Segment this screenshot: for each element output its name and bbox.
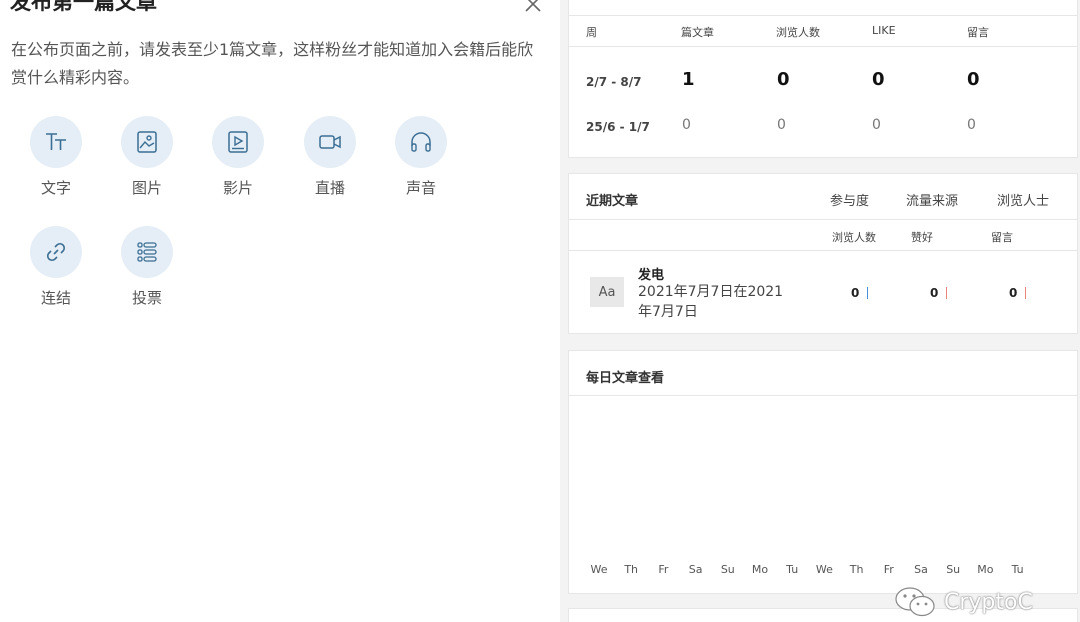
stats-table-header: 周 篇文章 浏览人数 LIKE 留言 (569, 15, 1077, 47)
post-type-link-button[interactable]: 连结 (21, 226, 91, 308)
day-tick-label: Sa (914, 563, 928, 576)
modal-title: 发布第一篇文章 (10, 0, 157, 14)
weekly-stats-card: 周 篇文章 浏览人数 LIKE 留言 2/7 - 8/7 1 0 0 0 25/… (568, 0, 1078, 158)
video-icon (228, 131, 248, 153)
wechat-icon (895, 587, 935, 617)
post-type-image-button[interactable]: 图片 (112, 116, 182, 198)
col-posts: 篇文章 (681, 26, 714, 39)
post-type-label: 图片 (131, 179, 162, 197)
close-button[interactable] (521, 0, 545, 16)
recent-posts-title: 近期文章 (586, 194, 639, 209)
text-icon (46, 133, 66, 150)
modal-description: 在公布页面之前，请发表至少1篇文章，这样粉丝才能知道加入会籍后能欣赏什么精彩内容… (11, 40, 534, 87)
divider (569, 395, 1077, 396)
article-date: 2021年7月7日在2021年7月7日 (638, 284, 784, 320)
col-comments: 留言 (967, 26, 989, 39)
day-tick-label: Su (946, 563, 961, 576)
article-title-link[interactable]: 发电 (638, 264, 664, 283)
post-type-label: 投票 (131, 289, 162, 307)
post-type-audio-button[interactable]: 声音 (386, 116, 456, 198)
likes-bar (946, 287, 947, 299)
day-tick-label: Th (624, 563, 639, 576)
day-tick-label: Tu (786, 563, 799, 576)
create-post-modal: 发布第一篇文章 在公布页面之前，请发表至少1篇文章，这样粉丝才能知道加入会籍后能… (0, 0, 560, 622)
col-likes: LIKE (872, 24, 896, 37)
post-type-label: 声音 (405, 179, 436, 197)
image-icon (137, 131, 157, 153)
link-icon (46, 242, 66, 262)
tab-viewers[interactable]: 浏览人士 (997, 190, 1049, 209)
poll-icon (137, 242, 157, 262)
day-tick-label: Fr (883, 563, 894, 576)
post-type-text-button[interactable]: 文字 (21, 116, 91, 198)
day-tick-label: Mo (977, 563, 994, 576)
close-icon (525, 0, 541, 12)
day-tick-label: Tu (1011, 563, 1024, 576)
post-type-label: 连结 (40, 289, 71, 307)
comments-bar (1025, 287, 1026, 299)
day-tick-label: Su (720, 563, 735, 576)
livestream-icon (319, 135, 341, 149)
article-comments: 0 (1009, 286, 1018, 300)
recent-posts-card: 近期文章 参与度 流量来源 浏览人士 浏览人数 赞好 留言 Aa 发电 2021… (568, 173, 1078, 334)
day-tick-label: Fr (658, 563, 669, 576)
col-views: 浏览人数 (776, 26, 820, 39)
day-tick-label: Mo (751, 563, 769, 576)
post-type-poll-button[interactable]: 投票 (112, 226, 182, 308)
post-type-label: 直播 (314, 179, 345, 197)
tab-engagement[interactable]: 参与度 (830, 190, 869, 209)
article-thumbnail: Aa (590, 277, 624, 307)
watermark: CryptoC (892, 584, 1062, 620)
audio-icon (411, 132, 431, 152)
day-tick-label: Th (849, 563, 864, 576)
post-type-label: 文字 (40, 179, 71, 197)
post-type-livestream-button[interactable]: 直播 (295, 116, 365, 198)
day-tick-label: We (815, 563, 833, 576)
col-week: 周 (586, 26, 597, 39)
day-tick-label: Sa (688, 563, 703, 576)
recent-posts-subheader: 浏览人数 赞好 留言 (569, 219, 1077, 251)
views-bar (867, 287, 868, 299)
post-type-video-button[interactable]: 影片 (203, 116, 273, 198)
daily-views-title: 每日文章查看 (586, 371, 665, 386)
article-views: 0 (851, 286, 860, 300)
daily-views-card: 每日文章查看 We Th Fr Sa Su Mo Tu We Th Fr Sa Su Mo Tu (568, 350, 1078, 594)
day-tick-label: We (590, 563, 608, 576)
tab-traffic-source[interactable]: 流量来源 (906, 190, 958, 209)
watermark-text: CryptoC (944, 589, 1033, 615)
post-type-label: 影片 (222, 179, 253, 197)
article-likes: 0 (930, 286, 939, 300)
